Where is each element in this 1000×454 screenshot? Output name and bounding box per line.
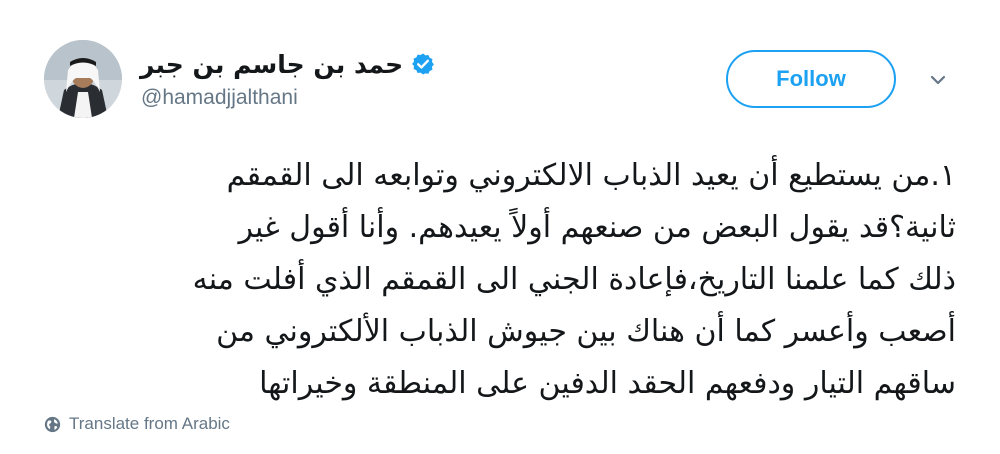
tweet-header: حمد بن جاسم بن جبر @hamadjjalthani Follo… — [0, 0, 1000, 130]
avatar[interactable] — [44, 40, 122, 118]
display-name[interactable]: حمد بن جاسم بن جبر — [140, 50, 403, 79]
verified-badge-icon — [412, 53, 435, 75]
tweet-line: ثانية؟قد يقول البعض من صنعهم أولاً يعيده… — [238, 210, 956, 245]
chevron-down-icon[interactable] — [928, 70, 948, 90]
tweet-line: ١.من يستطيع أن يعيد الذباب الالكتروني وت… — [226, 158, 956, 193]
avatar-image — [44, 40, 122, 118]
user-handle[interactable]: @hamadjjalthani — [141, 86, 298, 110]
follow-button[interactable]: Follow — [726, 50, 896, 108]
tweet-line: أصعب وأعسر كما أن هناك بين جيوش الذباب ا… — [216, 314, 956, 349]
tweet-text: ١.من يستطيع أن يعيد الذباب الالكتروني وت… — [40, 150, 956, 410]
tweet-line: ساقهم التيار ودفعهم الحقد الدفين على الم… — [259, 366, 956, 401]
name-row: حمد بن جاسم بن جبر — [140, 48, 435, 80]
translate-link[interactable]: Translate from Arabic — [44, 414, 230, 434]
globe-icon — [44, 416, 61, 432]
tweet-line: ذلك كما علمنا التاريخ،فإعادة الجني الى ا… — [192, 262, 956, 297]
translate-label[interactable]: Translate from Arabic — [69, 414, 230, 434]
